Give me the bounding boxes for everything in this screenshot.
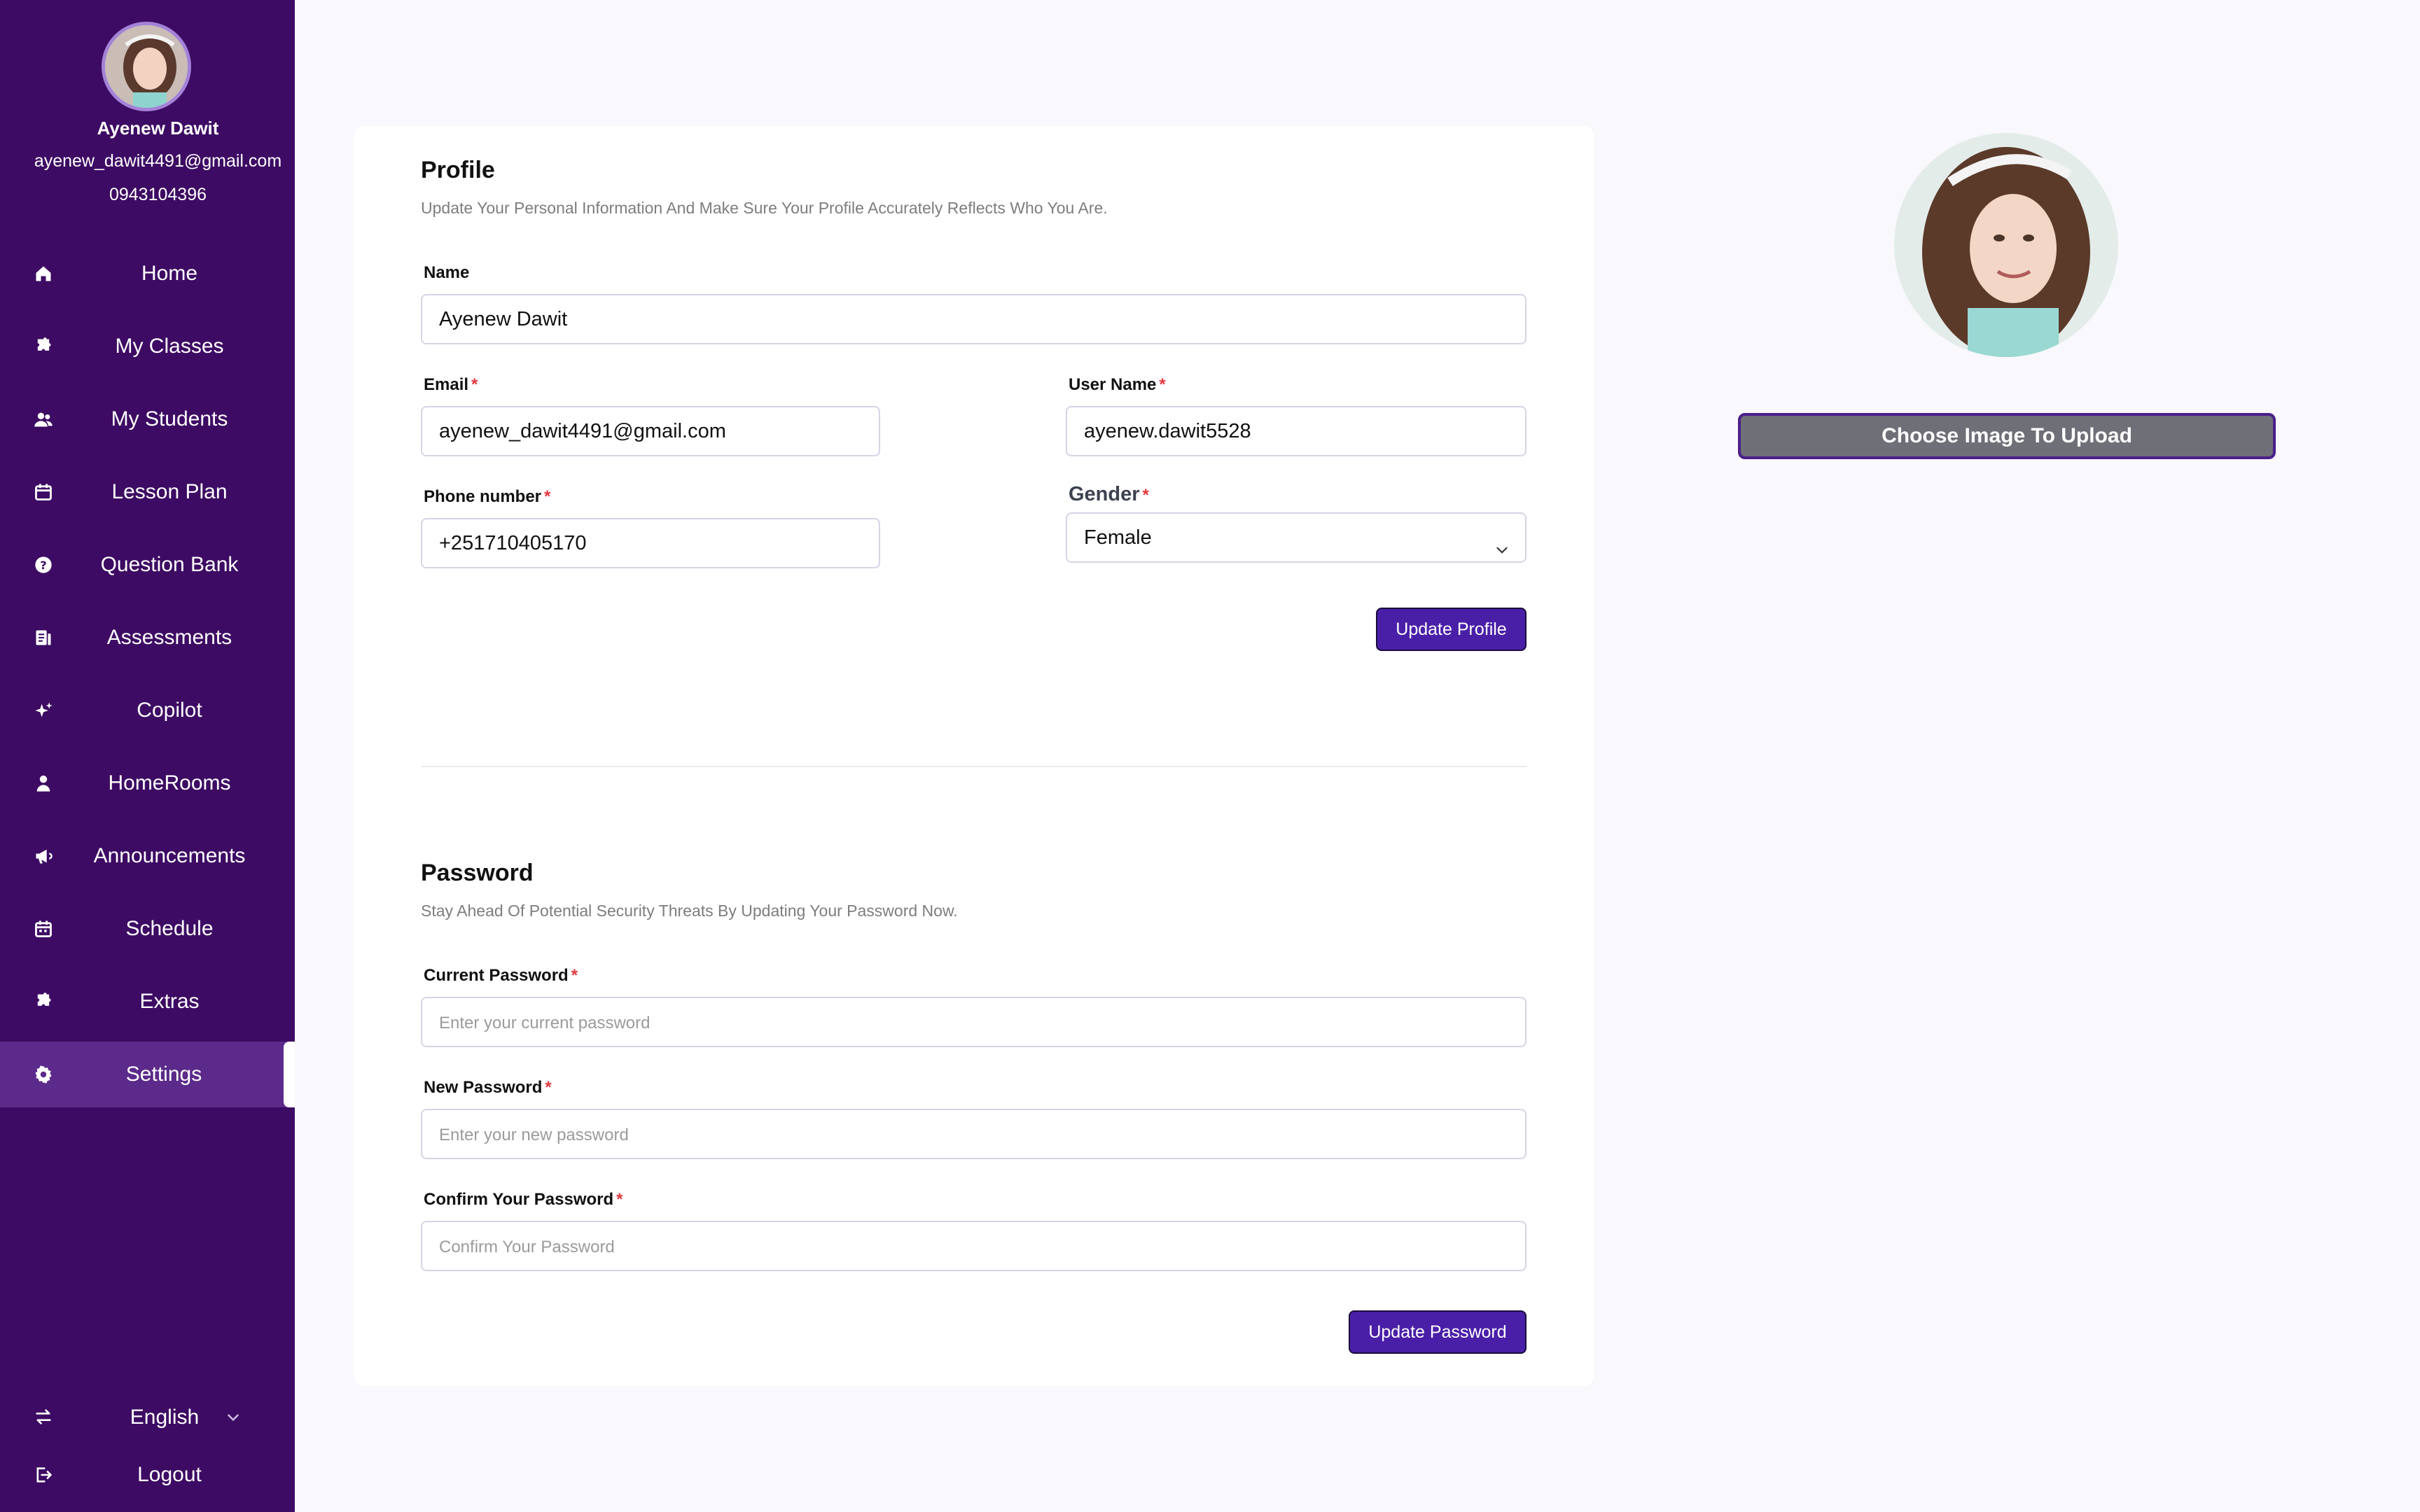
sidebar-item-label: Home (141, 262, 198, 285)
profile-image-preview (1894, 133, 2118, 357)
sidebar-item-lesson-plan[interactable]: Lesson Plan (0, 459, 295, 525)
sidebar-item-label: Settings (125, 1063, 202, 1086)
logout-label: Logout (137, 1463, 202, 1486)
users-icon (34, 410, 53, 429)
sidebar-item-label: Extras (139, 990, 200, 1013)
confirm-password-input[interactable] (421, 1221, 1527, 1271)
password-section-subtitle: Stay Ahead Of Potential Security Threats… (421, 902, 958, 920)
svg-text:?: ? (40, 559, 46, 572)
user-phone: 0943104396 (109, 185, 207, 204)
sidebar-item-label: HomeRooms (108, 771, 231, 794)
required-marker: * (544, 487, 551, 506)
phone-label: Phone number * (424, 487, 551, 506)
app-root: Ayenew Dawit ayenew_dawit4491@gmail.com … (0, 0, 2420, 1512)
choose-image-button[interactable]: Choose Image To Upload (1738, 413, 2276, 459)
name-input[interactable] (421, 294, 1527, 344)
gender-selected-value: Female (1084, 526, 1152, 549)
section-divider (421, 766, 1527, 767)
schedule-icon (34, 919, 53, 939)
sidebar-item-assessments[interactable]: Assessments (0, 605, 295, 671)
home-icon (34, 264, 53, 284)
puzzle-icon (34, 337, 53, 356)
swap-arrows-icon (34, 1407, 53, 1427)
sidebar-item-settings[interactable]: Settings (0, 1042, 295, 1107)
user-email: ayenew_dawit4491@gmail.com (34, 151, 282, 171)
password-section-title: Password (421, 860, 534, 886)
chevron-down-icon (224, 1408, 242, 1427)
active-indicator (284, 1042, 295, 1107)
settings-card: Profile Update Your Personal Information… (354, 126, 1594, 1386)
user-name: Ayenew Dawit (97, 118, 219, 139)
required-marker: * (1159, 375, 1166, 394)
name-label: Name (424, 263, 470, 282)
email-input[interactable] (421, 406, 880, 456)
gender-select[interactable]: Female (1066, 512, 1527, 563)
required-marker: * (545, 1078, 552, 1097)
sidebar-item-label: My Classes (115, 335, 224, 358)
required-marker: * (616, 1190, 623, 1209)
username-label: User Name * (1069, 375, 1166, 394)
language-label: English (130, 1406, 200, 1429)
sidebar-item-label: Announcements (93, 844, 246, 867)
update-password-button[interactable]: Update Password (1349, 1310, 1527, 1354)
sidebar-item-label: Copilot (137, 699, 202, 722)
new-password-label: New Password * (424, 1078, 552, 1097)
sidebar-item-my-students[interactable]: My Students (0, 386, 295, 452)
assessment-icon (34, 628, 53, 648)
sidebar: Ayenew Dawit ayenew_dawit4491@gmail.com … (0, 0, 295, 1512)
sidebar-item-extras[interactable]: Extras (0, 969, 295, 1035)
gear-icon (34, 1065, 53, 1084)
question-circle-icon: ? (34, 555, 53, 575)
profile-section-title: Profile (421, 157, 495, 183)
required-marker: * (571, 966, 578, 985)
logout-button[interactable]: Logout (0, 1450, 295, 1499)
sidebar-item-homerooms[interactable]: HomeRooms (0, 750, 295, 816)
required-marker: * (1142, 486, 1149, 505)
sidebar-item-copilot[interactable]: Copilot (0, 678, 295, 743)
language-selector[interactable]: English (0, 1393, 295, 1442)
sidebar-item-home[interactable]: Home (0, 241, 295, 307)
current-password-label: Current Password * (424, 966, 578, 985)
confirm-password-label: Confirm Your Password * (424, 1190, 623, 1209)
calendar-icon (34, 482, 53, 502)
sidebar-item-my-classes[interactable]: My Classes (0, 314, 295, 379)
profile-photo (1894, 133, 2118, 357)
sparkles-icon (34, 701, 53, 720)
required-marker: * (471, 375, 478, 394)
sidebar-avatar[interactable] (102, 22, 191, 111)
update-profile-button[interactable]: Update Profile (1376, 608, 1527, 651)
sidebar-item-question-bank[interactable]: ? Question Bank (0, 532, 295, 598)
avatar-image (105, 25, 188, 108)
gender-label: Gender * (1069, 483, 1149, 505)
megaphone-icon (34, 846, 53, 866)
logout-icon (34, 1465, 53, 1485)
username-input[interactable] (1066, 406, 1527, 456)
sidebar-item-label: Question Bank (100, 553, 239, 576)
sidebar-item-announcements[interactable]: Announcements (0, 823, 295, 889)
puzzle-icon (34, 992, 53, 1011)
phone-input[interactable] (421, 518, 880, 568)
sidebar-item-label: My Students (111, 407, 228, 430)
sidebar-item-schedule[interactable]: Schedule (0, 896, 295, 962)
sidebar-item-label: Schedule (125, 917, 214, 940)
sidebar-item-label: Lesson Plan (111, 480, 228, 503)
email-label: Email * (424, 375, 478, 394)
new-password-input[interactable] (421, 1109, 1527, 1159)
profile-section-subtitle: Update Your Personal Information And Mak… (421, 199, 1108, 217)
user-icon (34, 774, 53, 793)
chevron-down-icon (1493, 529, 1511, 554)
sidebar-item-label: Assessments (106, 626, 232, 649)
current-password-input[interactable] (421, 997, 1527, 1047)
